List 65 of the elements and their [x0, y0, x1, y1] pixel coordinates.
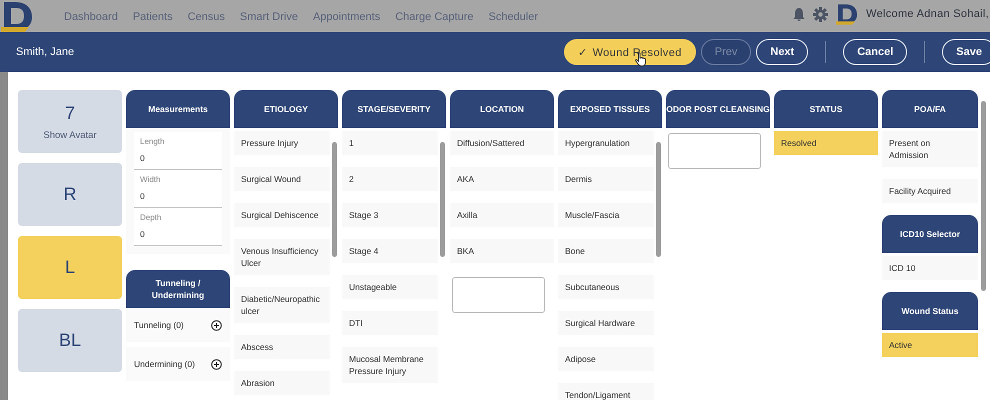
option-item[interactable]: Surgical Hardware [558, 311, 654, 335]
side-tile[interactable]: BL [18, 309, 122, 372]
settings-icon[interactable] [813, 6, 828, 22]
option-item[interactable]: Stage 4 [342, 239, 438, 263]
measurement-field[interactable]: Width 0 [134, 170, 222, 208]
column-header: STAGE/SEVERITY [342, 90, 446, 128]
option-item[interactable]: Pressure Injury [234, 131, 330, 155]
logo-icon[interactable] [1, 0, 35, 32]
tunneling-label: Tunneling (0) [134, 320, 184, 330]
option-item[interactable]: Tendon/Ligament [558, 383, 654, 400]
column-header: LOCATION [450, 90, 554, 128]
column-header: Wound Status [882, 292, 978, 330]
header-button[interactable]: Next [756, 39, 808, 65]
option-item[interactable]: Diabetic/Neuropathic ulcer [234, 287, 330, 323]
measurement-field[interactable]: Depth 0 [134, 208, 222, 246]
option-item[interactable]: Facility Acquired [882, 179, 978, 203]
option-item[interactable]: Surgical Dehiscence [234, 203, 330, 227]
option-item[interactable]: Abscess [234, 335, 330, 359]
tunneling-label: Undermining (0) [134, 359, 195, 369]
text-area[interactable] [452, 277, 545, 313]
column-header: EXPOSED TISSUES [558, 90, 662, 128]
option-item[interactable]: 2 [342, 167, 438, 191]
column-header: ICD10 Selector [882, 215, 978, 253]
option-item[interactable]: Mucosal Membrane Pressure Injury [342, 347, 438, 383]
option-item[interactable]: Subcutaneous [558, 275, 654, 299]
welcome-text: Welcome Adnan Sohail, [866, 8, 989, 20]
column-header: Measurements [126, 90, 230, 128]
option-item[interactable]: Stage 3 [342, 203, 438, 227]
column-header: ODOR POST CLEANSING [666, 90, 770, 128]
logo-icon [836, 3, 858, 25]
option-item[interactable]: Surgical Wound [234, 167, 330, 191]
add-icon[interactable] [211, 320, 222, 330]
option-item[interactable]: Present on Admission [882, 131, 978, 167]
side-tile[interactable]: R [18, 163, 122, 226]
option-item[interactable]: AKA [450, 167, 554, 191]
header-button[interactable]: Cancel [843, 39, 908, 65]
header-button[interactable]: Save [942, 39, 990, 65]
option-item[interactable]: Axilla [450, 203, 554, 227]
option-item[interactable]: Hypergranulation [558, 131, 654, 155]
option-item[interactable]: Venous Insufficiency Ulcer [234, 239, 330, 275]
option-item[interactable]: Unstageable [342, 275, 438, 299]
column-header: STATUS [774, 90, 878, 128]
option-item[interactable]: DTI [342, 311, 438, 335]
option-item[interactable]: Adipose [558, 347, 654, 371]
column-header: ETIOLOGY [234, 90, 338, 128]
wound-resolved-toggle[interactable]: ✓ Wound Resolved [564, 39, 696, 65]
measurement-field[interactable]: Length 0 [134, 132, 222, 170]
bell-icon[interactable] [793, 7, 806, 21]
side-tile[interactable]: 7 Show Avatar [18, 90, 122, 153]
add-icon[interactable] [211, 358, 222, 370]
column-header: Tunneling / Undermining [126, 270, 230, 308]
option-item[interactable]: Bone [558, 239, 654, 263]
option-item[interactable]: Resolved [774, 131, 878, 155]
option-item[interactable]: Abrasion [234, 371, 330, 395]
option-item[interactable]: 1 [342, 131, 438, 155]
patient-name: Smith, Jane [16, 46, 74, 58]
option-item[interactable]: Dermis [558, 167, 654, 191]
option-item[interactable]: Diffusion/Sattered [450, 131, 554, 155]
option-item[interactable]: ICD 10 [882, 256, 978, 280]
option-item[interactable]: Active [882, 333, 978, 357]
option-item[interactable]: BKA [450, 239, 554, 263]
side-tile[interactable]: L [18, 236, 122, 299]
column-header: POA/FA [882, 90, 978, 128]
option-item[interactable]: Muscle/Fascia [558, 203, 654, 227]
text-area[interactable] [668, 133, 761, 169]
